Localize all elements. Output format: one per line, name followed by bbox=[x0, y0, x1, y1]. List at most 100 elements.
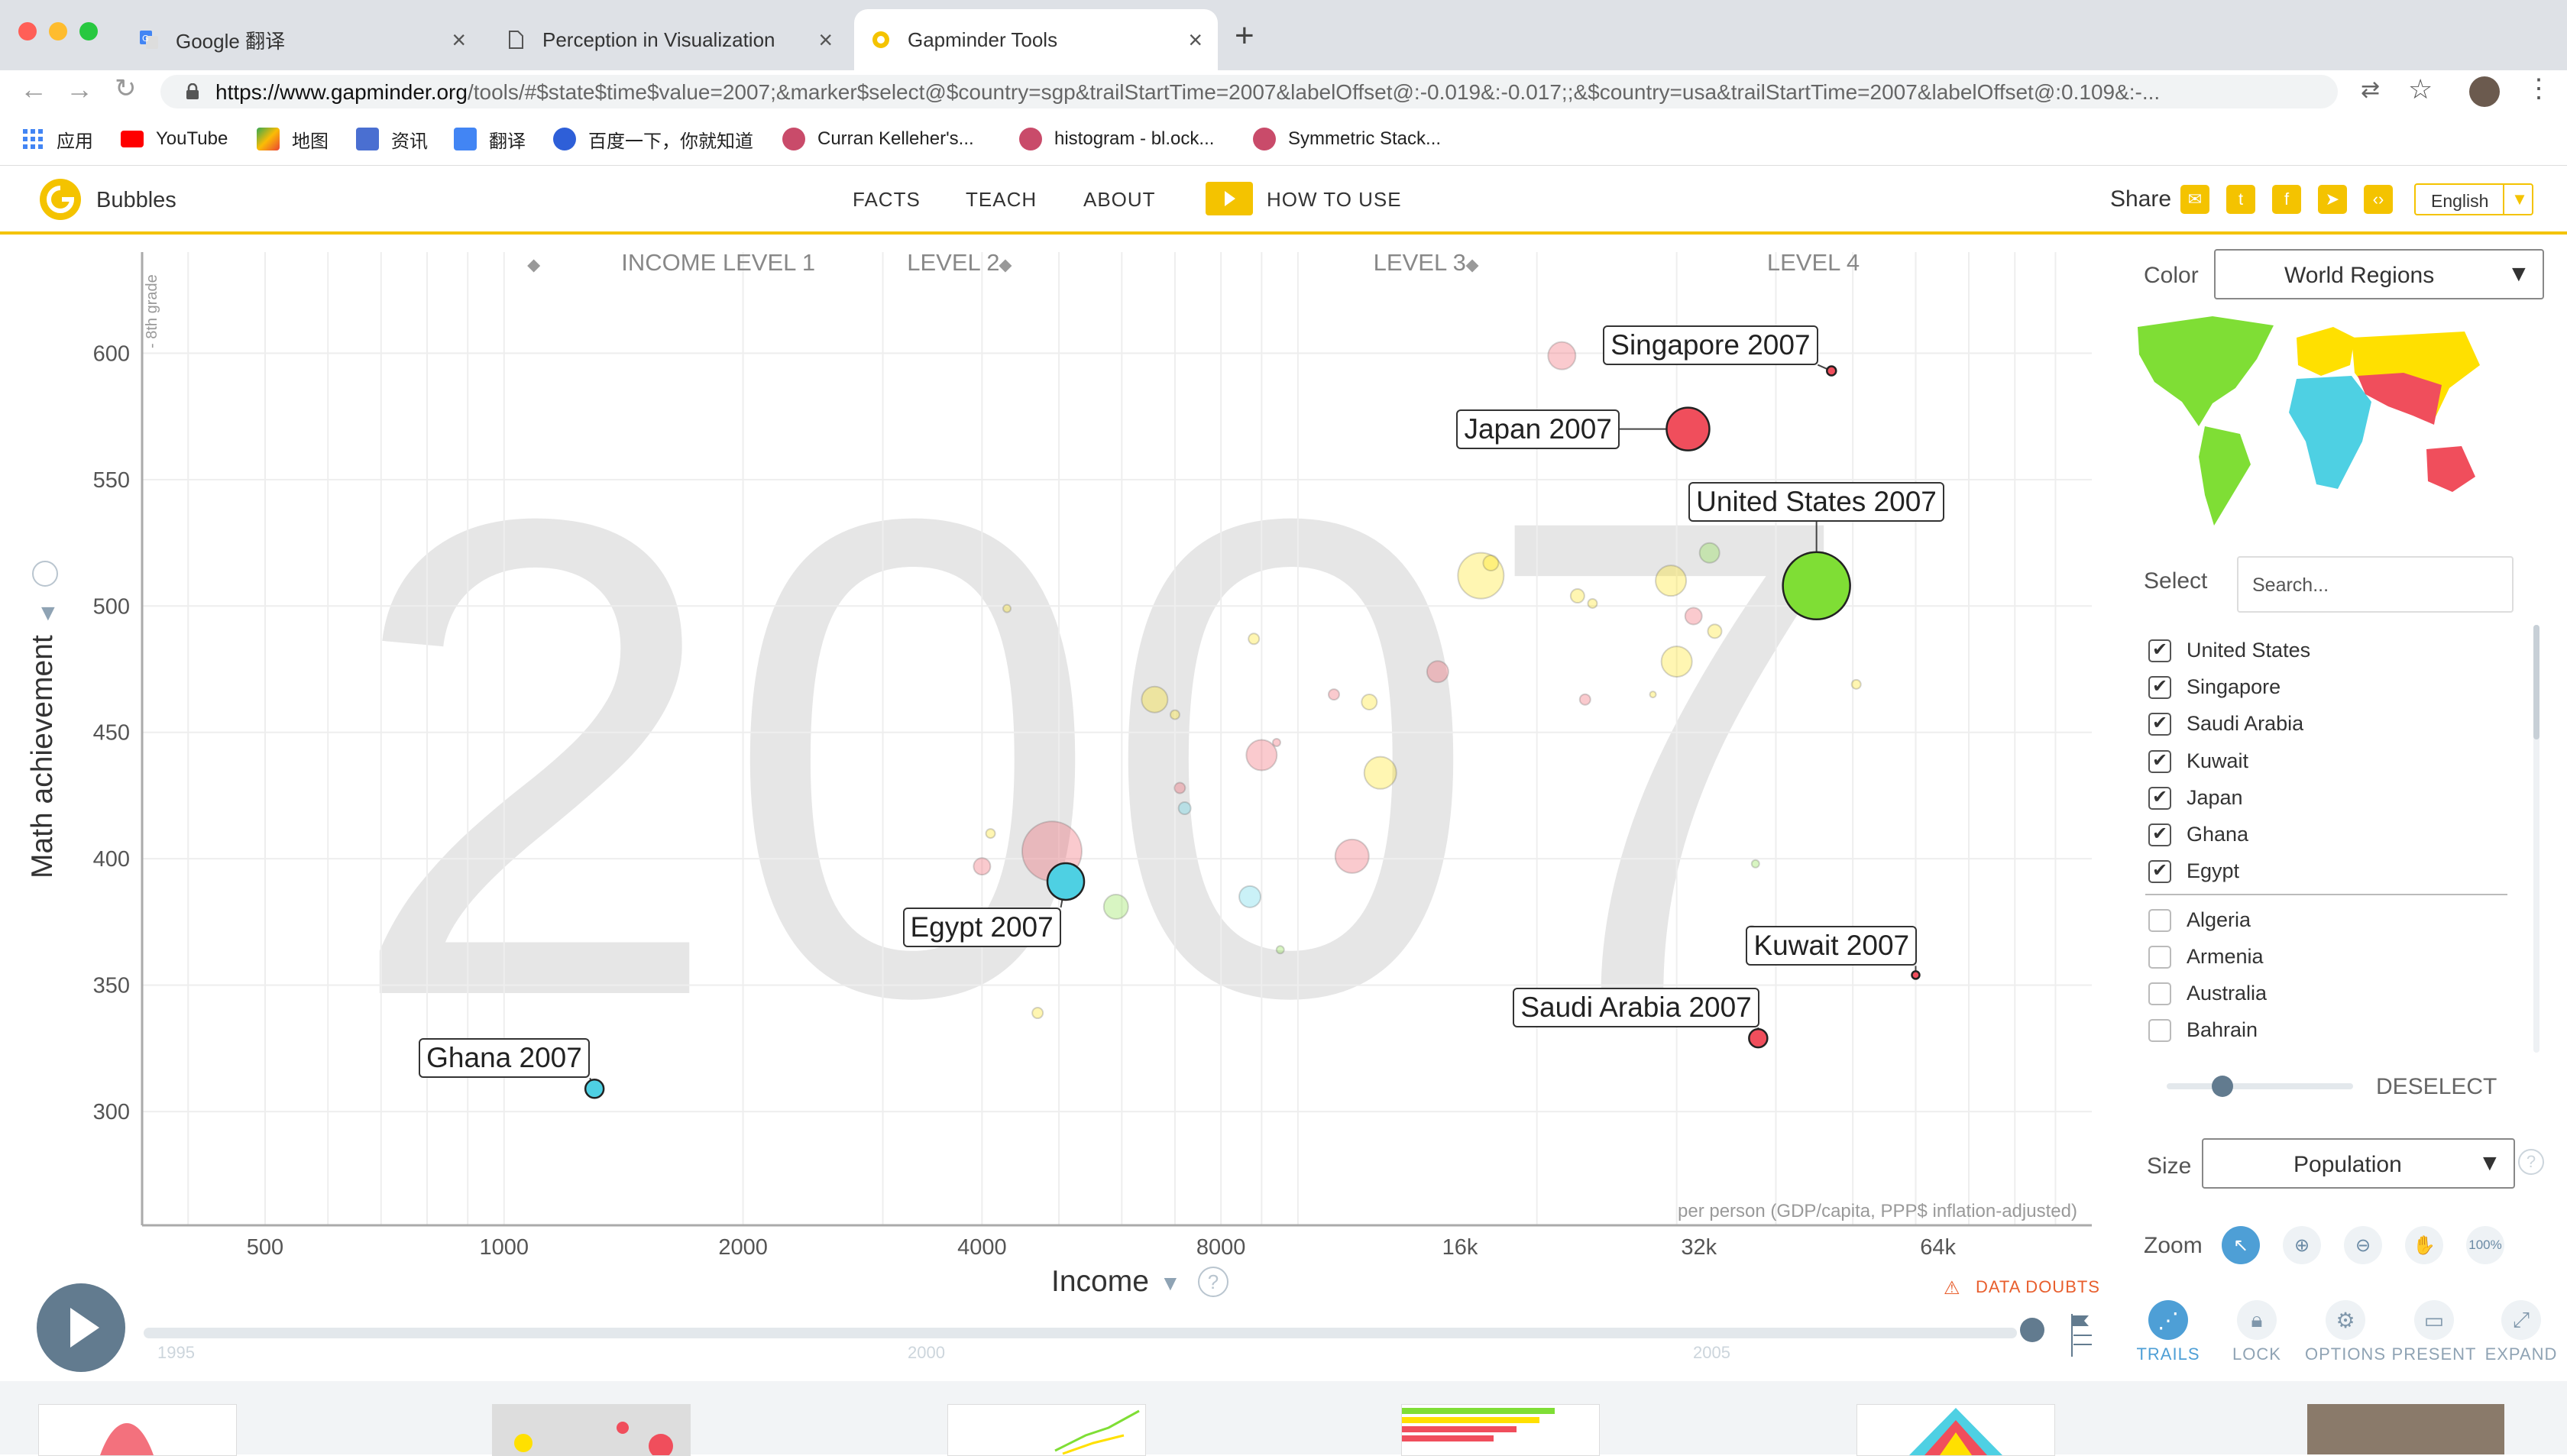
language-select[interactable]: English ▼ bbox=[2414, 183, 2533, 215]
selected-country-bubble[interactable] bbox=[1782, 551, 1851, 621]
country-checkbox[interactable] bbox=[2148, 749, 2171, 773]
y-axis-title[interactable]: Math achievement bbox=[26, 635, 60, 878]
selected-country-bubble[interactable] bbox=[1911, 970, 1921, 980]
income-level-boundary-handle[interactable] bbox=[527, 259, 541, 273]
country-label[interactable]: Saudi Arabia bbox=[2187, 712, 2303, 736]
reload-icon[interactable]: ↻ bbox=[115, 73, 137, 104]
country-bubble[interactable] bbox=[1684, 607, 1703, 626]
bubble-label[interactable]: Kuwait 2007 bbox=[1746, 926, 1918, 966]
new-tab-icon[interactable]: + bbox=[1235, 17, 1254, 55]
address-bar[interactable]: https://www.gapminder.org/tools/#$state$… bbox=[160, 75, 2338, 108]
country-bubble[interactable] bbox=[1361, 694, 1378, 711]
country-label[interactable]: Kuwait bbox=[2187, 749, 2248, 773]
timeline-track[interactable] bbox=[144, 1328, 2017, 1338]
nav-how-to-use[interactable]: HOW TO USE bbox=[1267, 188, 1402, 212]
country-checkbox[interactable] bbox=[2148, 982, 2171, 1005]
expand-icon[interactable]: ⤢ bbox=[2501, 1300, 2541, 1340]
country-bubble[interactable] bbox=[1173, 781, 1186, 794]
country-label[interactable]: Algeria bbox=[2187, 908, 2251, 932]
bookmark-translate[interactable]: 翻译 bbox=[454, 125, 526, 153]
country-bubble[interactable] bbox=[1482, 555, 1500, 572]
trails-button[interactable]: TRAILS bbox=[2130, 1344, 2206, 1364]
map-americas-south[interactable] bbox=[2199, 426, 2251, 526]
nav-about[interactable]: ABOUT bbox=[1083, 188, 1156, 212]
share-email-icon[interactable]: ✉ bbox=[2180, 185, 2209, 214]
lock-icon[interactable]: 🔒︎ bbox=[2237, 1300, 2277, 1340]
play-button[interactable] bbox=[37, 1283, 125, 1372]
maximize-window-icon[interactable] bbox=[79, 22, 98, 40]
country-checkbox[interactable] bbox=[2148, 786, 2171, 810]
selected-country-bubble[interactable] bbox=[1748, 1027, 1769, 1049]
bookmark-apps[interactable]: 应用 bbox=[21, 125, 93, 153]
country-bubble[interactable] bbox=[1275, 945, 1285, 955]
help-icon[interactable]: ? bbox=[1198, 1267, 1228, 1297]
close-window-icon[interactable] bbox=[18, 22, 37, 40]
options-button[interactable]: OPTIONS bbox=[2300, 1344, 2391, 1364]
country-bubble[interactable] bbox=[1248, 633, 1261, 645]
country-bubble[interactable] bbox=[1569, 588, 1585, 604]
bubble-label[interactable]: United States 2007 bbox=[1688, 481, 1944, 522]
country-label[interactable]: Bahrain bbox=[2187, 1018, 2258, 1042]
country-label[interactable]: Armenia bbox=[2187, 945, 2264, 969]
selected-country-bubble[interactable] bbox=[1046, 862, 1086, 901]
profile-avatar[interactable] bbox=[2469, 76, 2500, 107]
search-input[interactable]: Search... bbox=[2237, 556, 2514, 613]
bookmark-symmetric-stack[interactable]: Symmetric Stack... bbox=[1253, 125, 1441, 153]
bookmark-maps[interactable]: 地图 bbox=[257, 125, 329, 153]
country-bubble[interactable] bbox=[1238, 885, 1262, 908]
country-bubble[interactable] bbox=[1327, 688, 1340, 701]
country-bubble[interactable] bbox=[1587, 597, 1598, 609]
data-doubts-warning-icon[interactable]: ⚠ bbox=[1944, 1277, 1960, 1299]
size-help-icon[interactable]: ? bbox=[2518, 1149, 2544, 1175]
pan-hand-icon[interactable]: ✋ bbox=[2405, 1226, 2443, 1264]
bubble-label[interactable]: Saudi Arabia 2007 bbox=[1513, 988, 1759, 1028]
lock-button[interactable]: LOCK bbox=[2219, 1344, 2295, 1364]
country-checkbox[interactable] bbox=[2148, 639, 2171, 662]
x-axis-chevron-icon[interactable]: ▼ bbox=[1160, 1271, 1181, 1296]
thumb-mountain-chart[interactable] bbox=[38, 1404, 237, 1456]
country-bubble[interactable] bbox=[1334, 838, 1370, 874]
country-checkbox[interactable] bbox=[2148, 909, 2171, 932]
back-icon[interactable]: ← bbox=[20, 73, 47, 105]
country-bubble[interactable] bbox=[1578, 693, 1591, 706]
bubble-label[interactable]: Ghana 2007 bbox=[419, 1038, 590, 1079]
zoom-in-icon[interactable]: ⊕ bbox=[2283, 1226, 2321, 1264]
opacity-slider-track[interactable] bbox=[2167, 1083, 2353, 1089]
country-bubble[interactable] bbox=[1750, 859, 1760, 869]
browser-menu-icon[interactable]: ⋮ bbox=[2526, 73, 2552, 104]
zoom-pointer-icon[interactable]: ↖ bbox=[2222, 1226, 2260, 1264]
share-facebook-icon[interactable]: f bbox=[2272, 185, 2301, 214]
translate-page-icon[interactable]: ⇄ bbox=[2361, 76, 2380, 103]
tab-gapminder[interactable]: Gapminder Tools × bbox=[854, 9, 1218, 70]
thumb-dollar-street[interactable] bbox=[2307, 1404, 2504, 1454]
how-to-use-play-icon[interactable] bbox=[1206, 182, 1253, 215]
share-link-icon[interactable]: ➤ bbox=[2318, 185, 2347, 214]
app-title[interactable]: Bubbles bbox=[96, 188, 176, 213]
country-checkbox[interactable] bbox=[2148, 823, 2171, 846]
country-bubble[interactable] bbox=[1698, 542, 1721, 564]
present-icon[interactable]: ▭ bbox=[2414, 1300, 2454, 1340]
share-embed-icon[interactable]: ‹› bbox=[2364, 185, 2393, 214]
income-level-boundary-handle[interactable] bbox=[1465, 259, 1479, 273]
tab-perception[interactable]: Perception in Visualization × bbox=[489, 9, 848, 70]
bookmark-star-icon[interactable]: ☆ bbox=[2408, 73, 2433, 105]
map-africa[interactable] bbox=[2289, 376, 2371, 489]
selected-country-bubble[interactable] bbox=[1665, 406, 1711, 451]
country-checkbox[interactable] bbox=[2148, 712, 2171, 736]
color-select[interactable]: World Regions ▼ bbox=[2214, 249, 2544, 299]
present-button[interactable]: PRESENT bbox=[2388, 1344, 2480, 1364]
bookmark-youtube[interactable]: YouTube bbox=[121, 125, 228, 153]
country-bubble[interactable] bbox=[1547, 341, 1577, 370]
country-label[interactable]: Ghana bbox=[2187, 823, 2248, 846]
bubble-label[interactable]: Singapore 2007 bbox=[1603, 325, 1818, 365]
selected-country-bubble[interactable] bbox=[584, 1079, 605, 1099]
country-bubble[interactable] bbox=[1271, 737, 1281, 747]
country-label[interactable]: Japan bbox=[2187, 786, 2243, 810]
zoom-100-button[interactable]: 100% bbox=[2466, 1226, 2504, 1264]
list-scrollbar[interactable] bbox=[2533, 625, 2539, 1053]
expand-button[interactable]: EXPAND bbox=[2478, 1344, 2564, 1364]
y-axis-chevron-icon[interactable]: ▼ bbox=[37, 600, 60, 626]
country-checkbox[interactable] bbox=[2148, 859, 2171, 884]
x-axis-title[interactable]: Income bbox=[1051, 1265, 1149, 1299]
country-label[interactable]: Egypt bbox=[2187, 859, 2239, 883]
